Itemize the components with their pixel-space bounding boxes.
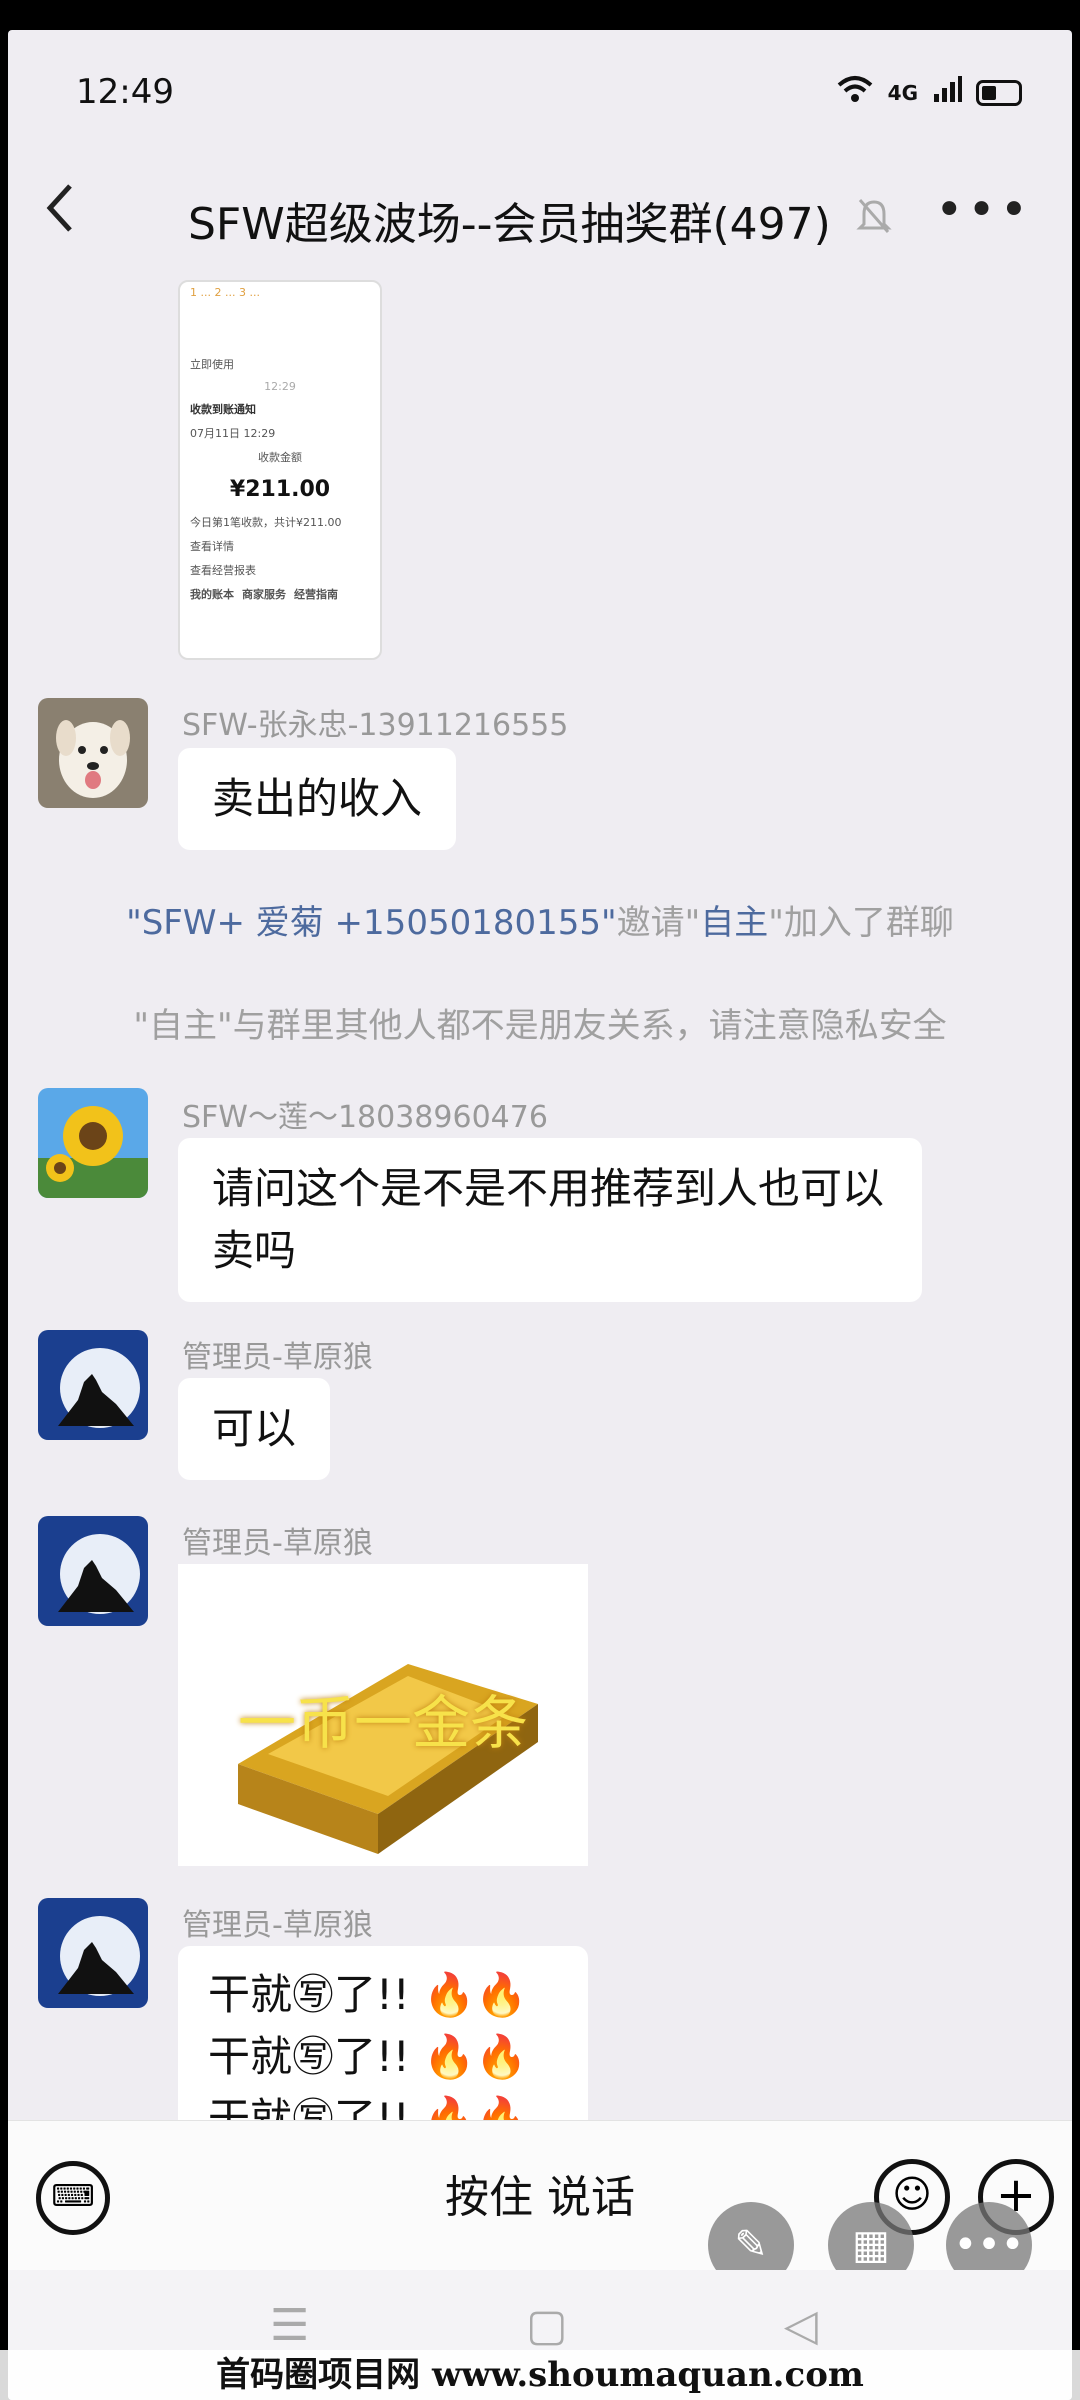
status-bar: 12:49 4G bbox=[8, 30, 1072, 160]
shot-immediate-use: 立即使用 bbox=[190, 358, 234, 371]
message-line: 干就㊢了!! 🔥🔥 bbox=[208, 2094, 528, 2120]
sender-name: 管理员-草原狼 bbox=[182, 1526, 373, 1561]
battery-icon bbox=[976, 79, 1022, 106]
image-message-screenshot[interactable]: 1 ... 2 ... 3 ... 立即使用 12:29 收款到账通知 07月1… bbox=[178, 280, 382, 660]
message-line: 干就㊢了!! 🔥🔥 bbox=[208, 1970, 528, 2019]
chat-list[interactable]: 1 ... 2 ... 3 ... 立即使用 12:29 收款到账通知 07月1… bbox=[8, 280, 1072, 2120]
mute-bell-icon bbox=[856, 196, 892, 245]
avatar[interactable] bbox=[38, 1516, 148, 1626]
invitee-link[interactable]: 自主 bbox=[700, 903, 768, 943]
sender-name: 管理员-草原狼 bbox=[182, 1340, 373, 1375]
sender-name: SFW-张永忠-13911216555 bbox=[182, 708, 569, 743]
home-nav-icon[interactable]: ▢ bbox=[526, 2300, 568, 2351]
avatar[interactable] bbox=[38, 1088, 148, 1198]
system-invite-message: "SFW+ 爱菊 +15050180155"邀请"自主"加入了群聊 bbox=[8, 895, 1072, 944]
menu-nav-icon[interactable]: ☰ bbox=[270, 2300, 309, 2351]
image-caption: 一币一金条 bbox=[237, 1689, 528, 1757]
nav-bar: SFW超级波场--会员抽奖群(497) ••• bbox=[8, 160, 1072, 280]
page-title: SFW超级波场--会员抽奖群(497) bbox=[188, 199, 831, 250]
sender-name: SFW～莲～18038960476 bbox=[182, 1100, 548, 1135]
image-message-gold-bar[interactable]: 一币一金条 bbox=[178, 1564, 588, 1866]
shot-link-report: 查看经营报表 bbox=[190, 564, 256, 577]
avatar[interactable] bbox=[38, 1330, 148, 1440]
network-label: 4G bbox=[887, 80, 918, 105]
shot-footer-item: 我的账本 bbox=[190, 588, 234, 601]
shot-link-details: 查看详情 bbox=[190, 540, 234, 553]
wifi-icon bbox=[836, 74, 874, 111]
invite-text-end: "加入了群聊 bbox=[768, 903, 954, 943]
shot-time: 12:29 bbox=[264, 380, 296, 393]
signal-icon bbox=[932, 74, 962, 111]
sender-name: 管理员-草原狼 bbox=[182, 1908, 373, 1943]
shot-amount: ¥211.00 bbox=[229, 477, 331, 502]
message-bubble[interactable]: 干就㊢了!! 🔥🔥 干就㊢了!! 🔥🔥 干就㊢了!! 🔥🔥 bbox=[178, 1946, 588, 2120]
watermark: 首码圈项目网 www.shoumaquan.com bbox=[0, 2350, 1080, 2400]
message-bubble[interactable]: 卖出的收入 bbox=[178, 748, 457, 850]
inviter-link[interactable]: "SFW+ 爱菊 +15050180155" bbox=[126, 903, 617, 943]
system-privacy-message: "自主"与群里其他人都不是朋友关系，请注意隐私安全 bbox=[133, 1006, 947, 1046]
message-line: 干就㊢了!! 🔥🔥 bbox=[208, 2032, 528, 2081]
more-options-icon[interactable]: ••• bbox=[935, 182, 1032, 238]
back-nav-icon[interactable]: ◁ bbox=[784, 2300, 818, 2351]
message-bubble[interactable]: 可以 bbox=[178, 1378, 331, 1480]
avatar[interactable] bbox=[38, 1898, 148, 2008]
back-icon[interactable] bbox=[40, 178, 80, 253]
chat-screen: 12:49 4G SFW超级波场--会员抽奖群(497) ••• 1 ... 2… bbox=[8, 30, 1072, 2400]
shot-instructions: 1 ... 2 ... 3 ... bbox=[190, 286, 260, 299]
avatar[interactable] bbox=[38, 698, 148, 808]
status-icons: 4G bbox=[836, 74, 1022, 111]
shot-footer: 我的账本 商家服务 经营指南 bbox=[180, 582, 380, 606]
message-bubble[interactable]: 请问这个是不是不用推荐到人也可以卖吗 bbox=[178, 1138, 922, 1302]
shot-summary: 今日第1笔收款，共计¥211.00 bbox=[190, 516, 342, 529]
invite-text: 邀请" bbox=[616, 903, 701, 943]
shot-amount-label: 收款金额 bbox=[258, 451, 302, 464]
shot-notice: 收款到账通知 bbox=[190, 403, 256, 416]
shot-date: 07月11日 12:29 bbox=[190, 427, 276, 440]
shot-footer-item: 经营指南 bbox=[294, 588, 338, 601]
status-time: 12:49 bbox=[76, 72, 174, 112]
shot-footer-item: 商家服务 bbox=[242, 588, 286, 601]
